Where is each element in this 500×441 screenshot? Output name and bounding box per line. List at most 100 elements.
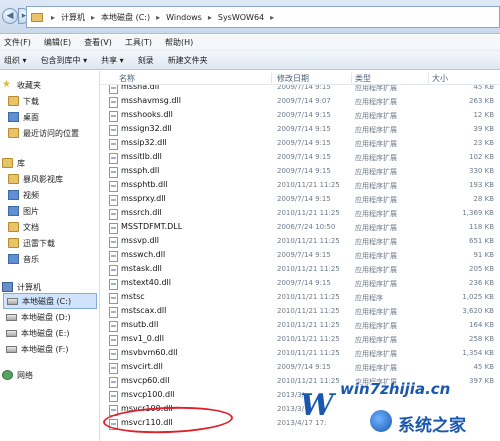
file-date: 2009/7/14 9:07 <box>277 97 331 105</box>
menu-view[interactable]: 查看(V) <box>80 37 121 48</box>
nav-pictures[interactable]: 图片 <box>8 203 39 219</box>
column-name[interactable]: 名称 <box>119 73 135 84</box>
nav-thunder[interactable]: 迅雷下载 <box>8 235 55 251</box>
dll-file-icon <box>109 349 118 360</box>
nav-download[interactable]: 下载 <box>8 93 39 109</box>
nav-drive-e[interactable]: 本地磁盘 (E:) <box>6 325 70 341</box>
file-date: 2010/11/21 11:25 <box>277 349 340 357</box>
file-row[interactable]: mssitlb.dll 2009/7/14 9:15 应用程序扩展 102 KB <box>101 151 500 165</box>
nav-docs[interactable]: 文档 <box>8 219 39 235</box>
file-row[interactable]: mstscax.dll 2010/11/21 11:25 应用程序扩展 3,620 K… <box>101 305 500 319</box>
file-row[interactable]: msvcr110.dll 2013/4/17 17: <box>101 417 500 431</box>
file-row[interactable]: msvcr100.dll 2013/3/ <box>101 403 500 417</box>
file-row[interactable]: msvcp60.dll 2010/11/21 11:25 应用程序扩展 397 KB <box>101 375 500 389</box>
chevron-right-icon[interactable]: ▸ <box>204 13 216 22</box>
file-date: 2010/11/21 11:25 <box>277 335 340 343</box>
file-row[interactable]: MSSTDFMT.DLL 2006/7/24 10:50 应用程序扩展 118 KB <box>101 221 500 235</box>
chevron-right-icon[interactable]: ▸ <box>87 13 99 22</box>
file-row[interactable]: mssha.dll 2009/7/14 9:15 应用程序扩展 45 KB <box>101 85 500 95</box>
nav-video[interactable]: 视频 <box>8 187 39 203</box>
chevron-right-icon[interactable]: ▸ <box>266 13 278 22</box>
new-folder-button[interactable]: 新建文件夹 <box>164 55 218 66</box>
nav-network[interactable]: 网络 <box>2 367 33 383</box>
file-row[interactable]: mssrch.dll 2010/11/21 11:25 应用程序扩展 1,369 KB <box>101 207 500 221</box>
file-row[interactable]: msvbvm60.dll 2010/11/21 11:25 应用程序扩展 1,354 … <box>101 347 500 361</box>
file-size: 1,369 KB <box>462 209 494 217</box>
burn-button[interactable]: 刻录 <box>134 55 164 66</box>
include-in-library-button[interactable]: 包含到库中 ▾ <box>37 55 98 66</box>
nav-drive-f[interactable]: 本地磁盘 (F:) <box>6 341 68 357</box>
dll-file-icon <box>109 195 118 206</box>
file-size: 23 KB <box>473 139 494 147</box>
file-size: 39 KB <box>473 125 494 133</box>
dll-file-icon <box>109 167 118 178</box>
breadcrumb-windows[interactable]: Windows <box>166 13 202 22</box>
nav-desktop[interactable]: 桌面 <box>8 109 39 125</box>
column-divider[interactable] <box>271 73 272 83</box>
file-date: 2009/7/14 9:15 <box>277 111 331 119</box>
file-name: msswch.dll <box>121 250 166 259</box>
organize-button[interactable]: 组织 ▾ <box>0 55 37 66</box>
file-name: MSSTDFMT.DLL <box>121 222 183 231</box>
file-date: 2010/11/21 11:25 <box>277 181 340 189</box>
file-name: msshooks.dll <box>121 110 173 119</box>
file-date: 2009/7/14 9:15 <box>277 125 331 133</box>
dll-file-icon <box>109 279 118 290</box>
file-row[interactable]: mssvp.dll 2010/11/21 11:25 应用程序扩展 651 KB <box>101 235 500 249</box>
share-button[interactable]: 共享 ▾ <box>97 55 134 66</box>
file-date: 2013/3/ <box>277 405 304 413</box>
column-type[interactable]: 类型 <box>355 73 371 84</box>
back-icon[interactable]: ◀ <box>2 8 18 24</box>
file-name: msvcp100.dll <box>121 390 175 399</box>
file-row[interactable]: msswch.dll 2009/7/14 9:15 应用程序扩展 91 KB <box>101 249 500 263</box>
file-row[interactable]: msv1_0.dll 2010/11/21 11:25 应用程序扩展 258 KB <box>101 333 500 347</box>
column-divider[interactable] <box>428 73 429 83</box>
file-type: 应用程序扩展 <box>355 224 397 232</box>
file-row[interactable]: mstsc 2010/11/21 11:25 应用程序 1,025 KB <box>101 291 500 305</box>
file-row[interactable]: mstext40.dll 2009/7/14 9:15 应用程序扩展 236 KB <box>101 277 500 291</box>
file-type: 应用程序扩展 <box>355 85 397 92</box>
file-row[interactable]: msvcirt.dll 2009/7/14 9:15 应用程序扩展 45 KB <box>101 361 500 375</box>
menu-file[interactable]: 文件(F) <box>0 37 40 48</box>
file-row[interactable]: msshavmsg.dll 2009/7/14 9:07 应用程序扩展 263 KB <box>101 95 500 109</box>
nav-drive-c[interactable]: 本地磁盘 (C:) <box>3 293 97 309</box>
breadcrumb-drive-c[interactable]: 本地磁盘 (C:) <box>101 12 150 23</box>
column-size[interactable]: 大小 <box>432 73 448 84</box>
nav-library[interactable]: 库 <box>2 155 25 171</box>
column-divider[interactable] <box>351 73 352 83</box>
menu-help[interactable]: 帮助(H) <box>161 37 202 48</box>
music-icon <box>8 254 19 264</box>
nav-music[interactable]: 音乐 <box>8 251 39 267</box>
pictures-icon <box>8 206 19 216</box>
file-name: msutb.dll <box>121 320 159 329</box>
chevron-right-icon[interactable]: ▸ <box>152 13 164 22</box>
file-date: 2009/7/14 9:15 <box>277 279 331 287</box>
dll-file-icon <box>109 97 118 108</box>
nav-drive-d[interactable]: 本地磁盘 (D:) <box>6 309 71 325</box>
address-box[interactable]: ▸ 计算机 ▸ 本地磁盘 (C:) ▸ Windows ▸ SysWOW64 ▸ <box>26 6 500 28</box>
column-header: 名称 修改日期 类型 大小 <box>101 71 500 85</box>
dll-file-icon <box>109 153 118 164</box>
nav-recent[interactable]: 最近访问的位置 <box>8 125 79 141</box>
breadcrumb-syswow64[interactable]: SysWOW64 <box>218 13 264 22</box>
file-row[interactable]: mssph.dll 2009/7/14 9:15 应用程序扩展 330 KB <box>101 165 500 179</box>
file-row[interactable]: mssphtb.dll 2010/11/21 11:25 应用程序扩展 193 KB <box>101 179 500 193</box>
file-row[interactable]: mstask.dll 2010/11/21 11:25 应用程序扩展 205 KB <box>101 263 500 277</box>
breadcrumb-computer[interactable]: 计算机 <box>61 12 85 23</box>
file-type: 应用程序扩展 <box>355 364 397 372</box>
remote-desktop-icon <box>109 293 118 304</box>
menu-tools[interactable]: 工具(T) <box>121 37 161 48</box>
menu-edit[interactable]: 编辑(E) <box>40 37 80 48</box>
nav-favorites[interactable]: ★ 收藏夹 <box>2 77 41 93</box>
file-row[interactable]: msshooks.dll 2009/7/14 9:15 应用程序扩展 12 KB <box>101 109 500 123</box>
file-type: 应用程序扩展 <box>355 154 397 162</box>
computer-icon <box>2 282 13 292</box>
file-row[interactable]: msutb.dll 2010/11/21 11:25 应用程序扩展 164 KB <box>101 319 500 333</box>
file-row[interactable]: mssip32.dll 2009/7/14 9:15 应用程序扩展 23 KB <box>101 137 500 151</box>
file-name: mssphtb.dll <box>121 180 168 189</box>
nav-storm[interactable]: 暴风影视库 <box>8 171 63 187</box>
file-row[interactable]: mssign32.dll 2009/7/14 9:15 应用程序扩展 39 KB <box>101 123 500 137</box>
file-row[interactable]: msvcp100.dll 2013/3/ <box>101 389 500 403</box>
file-row[interactable]: mssprxy.dll 2009/7/14 9:15 应用程序扩展 28 KB <box>101 193 500 207</box>
column-date[interactable]: 修改日期 <box>277 73 309 84</box>
